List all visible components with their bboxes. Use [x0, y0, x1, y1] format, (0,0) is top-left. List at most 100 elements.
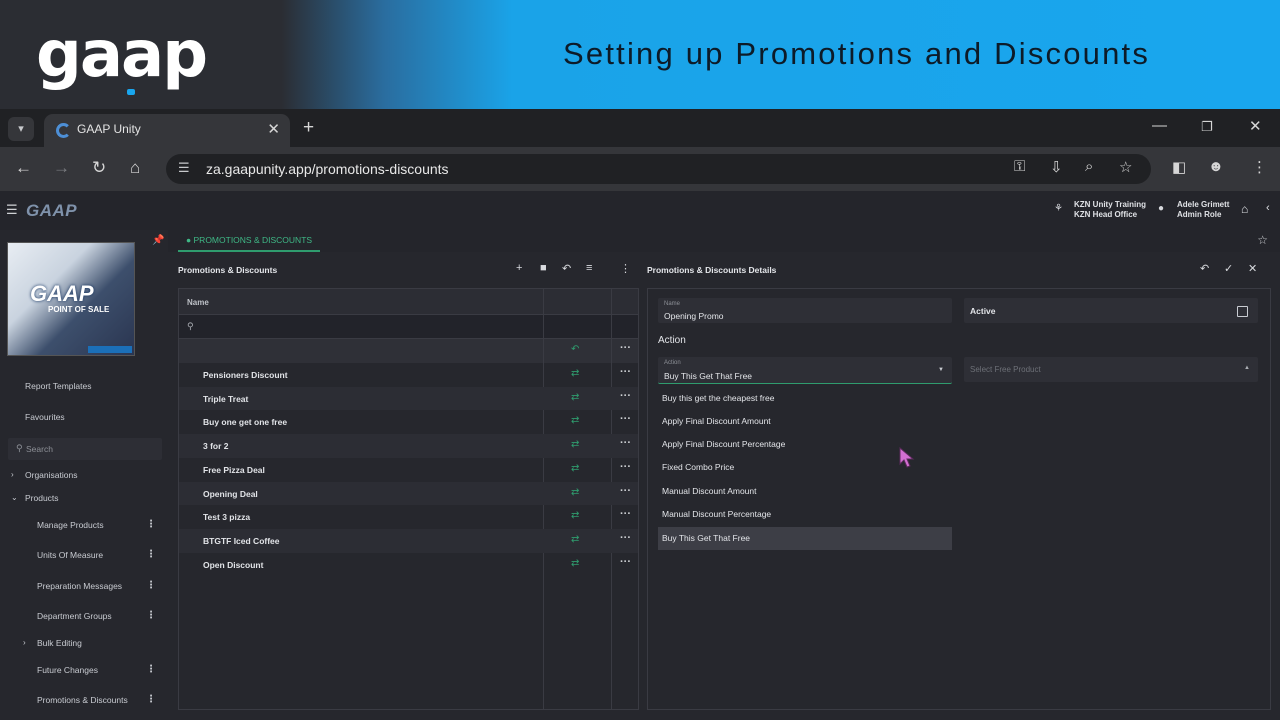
hamburger-menu-icon[interactable]: ☰ — [6, 202, 18, 218]
table-row[interactable]: Pensioners Discount ⇄ ··· — [179, 363, 638, 387]
sidebar-item-report-templates[interactable]: Report Templates — [25, 381, 91, 391]
collapse-chevron-icon[interactable]: ‹ — [1266, 202, 1270, 214]
table-row[interactable]: BTGTF Iced Coffee ⇄ ··· — [179, 528, 638, 553]
sidebar-item-future-changes[interactable]: Future Changes — [37, 665, 98, 675]
add-plus-icon[interactable]: + — [516, 262, 522, 274]
table-row[interactable]: Test 3 pizza ⇄ ··· — [179, 505, 638, 529]
dropdown-caret-icon[interactable]: ▼ — [938, 367, 944, 373]
row-more-icon[interactable]: ··· — [620, 532, 631, 544]
row-more-icon[interactable]: ··· — [620, 366, 631, 378]
row-more-icon[interactable]: ··· — [620, 437, 631, 449]
row-more-icon[interactable]: ··· — [620, 390, 631, 402]
action-option[interactable]: Manual Discount Percentage — [662, 509, 771, 519]
sidebar-item-department-groups[interactable]: Department Groups — [37, 611, 112, 621]
undo-icon[interactable]: ↶ — [562, 262, 571, 275]
chevron-right-icon[interactable]: › — [11, 470, 14, 479]
table-row[interactable]: Buy one get one free ⇄ ··· — [179, 410, 638, 434]
tab-search-chevron-down-icon[interactable]: ▾ — [8, 117, 34, 141]
install-app-icon[interactable]: ⇩ — [1050, 158, 1063, 176]
sync-icon[interactable]: ⇄ — [571, 487, 579, 498]
sidebar-item-units-of-measure[interactable]: Units Of Measure — [37, 550, 103, 560]
chevron-down-icon[interactable]: ⌄ — [11, 493, 18, 502]
tab-promotions-discounts[interactable]: ● PROMOTIONS & DISCOUNTS — [178, 230, 321, 252]
free-product-select[interactable]: Select Free Product ▲ — [964, 357, 1258, 382]
name-field[interactable]: Name Opening Promo — [658, 298, 952, 323]
row-more-icon[interactable]: ··· — [620, 508, 631, 520]
sync-icon[interactable]: ⇄ — [571, 463, 579, 474]
profile-avatar-icon[interactable]: ☻ — [1208, 158, 1224, 175]
sidebar-item-favourites[interactable]: Favourites — [25, 412, 65, 422]
chevron-right-icon[interactable]: › — [23, 638, 26, 647]
reload-icon[interactable]: ↻ — [92, 158, 106, 178]
action-option[interactable]: Buy this get the cheapest free — [662, 393, 774, 403]
user-block[interactable]: Adele Grimett Admin Role — [1177, 200, 1229, 220]
undo-icon[interactable]: ↶ — [1200, 262, 1209, 275]
action-option[interactable]: Apply Final Discount Percentage — [662, 439, 785, 449]
grid-filter-row[interactable]: ⚲ — [179, 315, 638, 339]
side-panel-icon[interactable]: ◧ — [1172, 158, 1186, 176]
site-info-icon[interactable]: ☰ — [178, 160, 190, 176]
kebab-menu-icon[interactable]: ⋮ — [146, 549, 156, 560]
home-icon[interactable]: ⌂ — [130, 158, 140, 178]
table-row[interactable]: Open Discount ⇄ ··· — [179, 553, 638, 577]
column-header-name[interactable]: Name — [187, 298, 209, 307]
delete-trash-icon[interactable]: ■ — [540, 262, 547, 274]
sidebar-item-promotions-discounts[interactable]: Promotions & Discounts — [37, 695, 128, 705]
kebab-menu-icon[interactable]: ⋮ — [146, 580, 156, 591]
sync-icon[interactable]: ⇄ — [571, 415, 579, 426]
row-more-icon[interactable]: ··· — [620, 556, 631, 568]
address-bar[interactable]: ☰ za.gaapunity.app/promotions-discounts — [166, 154, 1151, 184]
tab-close-icon[interactable]: ✕ — [267, 120, 280, 138]
dropdown-caret-up-icon[interactable]: ▲ — [1244, 365, 1250, 371]
table-row[interactable]: Opening Deal ⇄ ··· — [179, 481, 638, 506]
sidebar-item-bulk-editing[interactable]: Bulk Editing — [37, 638, 82, 648]
save-check-icon[interactable]: ✓ — [1224, 262, 1233, 275]
sync-icon[interactable]: ⇄ — [571, 368, 579, 379]
browser-menu-icon[interactable]: ⋮ — [1252, 158, 1267, 176]
zoom-icon[interactable]: ⌕ — [1085, 158, 1093, 175]
row-more-icon[interactable]: ··· — [620, 413, 631, 425]
sidebar-item-manage-products[interactable]: Manage Products — [37, 520, 104, 530]
table-row[interactable]: 3 for 2 ⇄ ··· — [179, 434, 638, 458]
minimize-icon[interactable]: — — [1152, 117, 1167, 134]
reset-undo-icon[interactable]: ↶ — [571, 344, 579, 355]
action-option[interactable]: Fixed Combo Price — [662, 462, 734, 472]
row-more-icon[interactable]: ··· — [620, 485, 631, 497]
back-arrow-icon[interactable]: ← — [15, 158, 32, 178]
favourite-star-icon[interactable]: ☆ — [1257, 233, 1268, 247]
new-tab-plus-icon[interactable]: + — [303, 117, 314, 139]
sync-icon[interactable]: ⇄ — [571, 534, 579, 545]
more-horizontal-icon[interactable]: ··· — [620, 342, 631, 354]
organisation-block[interactable]: KZN Unity Training KZN Head Office — [1074, 200, 1146, 220]
close-icon[interactable]: ✕ — [1248, 262, 1257, 275]
sync-icon[interactable]: ⇄ — [571, 558, 579, 569]
kebab-menu-icon[interactable]: ⋮ — [146, 610, 156, 621]
sidebar-item-preparation-messages[interactable]: Preparation Messages — [37, 581, 122, 591]
kebab-menu-icon[interactable]: ⋮ — [146, 664, 156, 675]
more-vertical-icon[interactable]: ⋮ — [620, 262, 631, 275]
table-row[interactable]: Free Pizza Deal ⇄ ··· — [179, 458, 638, 482]
browser-tab[interactable]: GAAP Unity ✕ — [44, 114, 290, 147]
forward-arrow-icon[interactable]: → — [53, 158, 70, 178]
action-option-selected[interactable]: Buy This Get That Free — [662, 533, 750, 543]
action-option[interactable]: Apply Final Discount Amount — [662, 416, 771, 426]
sync-icon[interactable]: ⇄ — [571, 392, 579, 403]
action-option[interactable]: Manual Discount Amount — [662, 486, 757, 496]
filter-icon[interactable]: ≡ — [586, 262, 592, 274]
bookmark-star-icon[interactable]: ☆ — [1119, 158, 1132, 176]
password-key-icon[interactable]: ⚿ — [1014, 158, 1025, 175]
pin-icon[interactable]: 📌 — [152, 235, 164, 246]
sidebar-item-products[interactable]: Products — [25, 493, 59, 503]
table-row[interactable]: Triple Treat ⇄ ··· — [179, 386, 638, 411]
window-close-icon[interactable]: ✕ — [1249, 117, 1262, 135]
sync-icon[interactable]: ⇄ — [571, 510, 579, 521]
kebab-menu-icon[interactable]: ⋮ — [146, 694, 156, 705]
row-more-icon[interactable]: ··· — [620, 461, 631, 473]
sidebar-item-organisations[interactable]: Organisations — [25, 470, 77, 480]
kebab-menu-icon[interactable]: ⋮ — [146, 519, 156, 530]
restore-icon[interactable]: ❐ — [1201, 119, 1213, 135]
sidebar-search-input[interactable]: ⚲ Search — [8, 438, 162, 460]
active-checkbox[interactable] — [1237, 306, 1248, 317]
sync-icon[interactable]: ⇄ — [571, 439, 579, 450]
action-select[interactable]: Action Buy This Get That Free ▼ — [658, 357, 952, 384]
